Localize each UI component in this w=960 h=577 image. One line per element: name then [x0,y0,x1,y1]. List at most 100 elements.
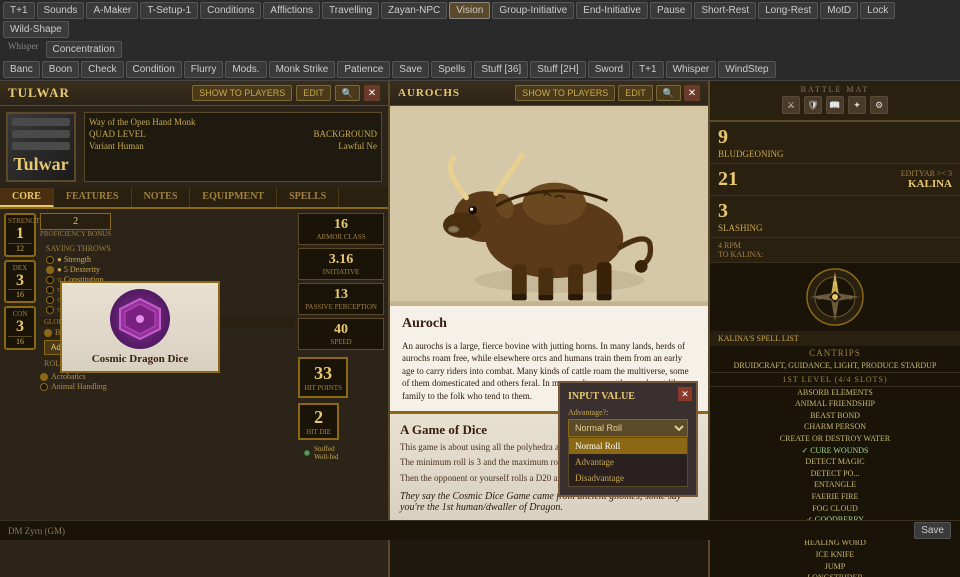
nav-long-rest[interactable]: Long-Rest [758,2,818,19]
passive-perception-box[interactable]: 13 PASSIVE PERCEPTION [298,283,384,315]
spell-absorb: ABSORB ELEMENTS [710,387,960,399]
tab-core[interactable]: CORE [0,188,54,207]
close-mid-panel-btn[interactable]: ✕ [684,85,700,101]
nav-check[interactable]: Check [81,61,123,78]
nav-banc[interactable]: Banc [3,61,40,78]
nav-save[interactable]: Save [392,61,429,78]
save-btn[interactable]: Save [914,522,951,539]
nav-stuff2h[interactable]: Stuff [2H] [530,61,586,78]
nav-t1[interactable]: T+1 [3,2,35,19]
spell-entangle: ENTANGLE [710,479,960,491]
icon-2[interactable]: 🛡 [804,96,822,114]
compass-area: N S E W [710,263,960,331]
attack-target: TO KALINA: [718,250,952,259]
close-left-panel-btn[interactable]: ✕ [364,85,380,101]
skill-dot-acrobatics [40,373,48,381]
nav-tsetup[interactable]: T-Setup-1 [140,2,198,19]
input-popup: ✕ INPUT VALUE Advantage?: Normal Roll No… [558,381,698,497]
hit-die-box[interactable]: 2 HIT DIE [298,403,339,440]
constitution-mod: 16 [8,336,32,346]
constitution-stat[interactable]: CON 3 16 [4,306,36,350]
tab-spells[interactable]: SPELLS [277,188,339,207]
nav-vision[interactable]: Vision [449,2,490,19]
strength-value: 1 [8,225,32,243]
edit-creature-btn[interactable]: EDIT [618,85,653,101]
nav-motd[interactable]: MotD [820,2,858,19]
svg-text:N: N [832,281,837,289]
nav-wild-shape[interactable]: Wild-Shape [3,21,69,38]
save-strength: ● Strength [46,255,288,264]
nav-stuff36[interactable]: Stuff [36] [474,61,528,78]
kalina-name: KALINA [901,178,952,190]
nav-zayan[interactable]: Zayan-NPC [381,2,447,19]
top-nav: T+1 Sounds A-Maker T-Setup-1 Conditions … [0,0,960,81]
nav-patience[interactable]: Patience [337,61,390,78]
right-panel-inner: BATTLE MAT ⚔ 🛡 📖 ✦ ⚙ 9 BLUDGEONING [710,81,960,577]
attack-rpm: 4 RPM [718,241,952,250]
spell-longstrider: LONGSTRIDER [710,572,960,577]
damage-entry-3: 3 SLASHING [710,196,960,238]
advantage-select[interactable]: Normal Roll [568,419,688,437]
whisper-label: Whisper [2,40,45,59]
nav-lock[interactable]: Lock [860,2,895,19]
nav-boon[interactable]: Boon [42,61,79,78]
nav-whisper[interactable]: Whisper [666,61,717,78]
option-disadvantage[interactable]: Disadvantage [569,470,687,486]
portrait-name: Tulwar [12,154,70,175]
speed-box[interactable]: 40 SPEED [298,318,384,350]
icon-4[interactable]: ✦ [848,96,866,114]
nav-concentration[interactable]: Concentration [46,41,122,58]
prof-saves-row: 2 PROFICIENCY BONUS [40,213,294,238]
nav-spells[interactable]: Spells [431,61,472,78]
nav-amaker[interactable]: A-Maker [86,2,138,19]
dexterity-stat[interactable]: DEX 3 16 [4,260,36,304]
option-normal-roll[interactable]: Normal Roll [569,438,687,454]
nav-group-initiative[interactable]: Group-Initiative [492,2,574,19]
nav-sword[interactable]: Sword [588,61,630,78]
mid-panel: AUROCHS SHOW TO PLAYERS EDIT 🔍 ✕ [390,81,710,577]
spell-fog-cloud: FOG CLOUD [710,503,960,515]
passive-perception-value: 13 [305,287,377,303]
save-dot-dex [46,266,54,274]
save-dot-cha [46,306,54,314]
tab-notes[interactable]: NOTES [132,188,191,207]
option-advantage[interactable]: Advantage [569,454,687,470]
nav-flurry[interactable]: Flurry [184,61,224,78]
edit-char-btn[interactable]: EDIT [296,85,331,101]
hp-box[interactable]: 33 HIT POINTS [298,357,348,398]
close-input-popup-btn[interactable]: ✕ [678,387,692,401]
passive-perception-label: PASSIVE PERCEPTION [305,303,377,311]
spell-animal-friendship: ANIMAL FRIENDSHIP [710,398,960,410]
nav-condition[interactable]: Condition [126,61,182,78]
show-to-players-btn[interactable]: SHOW TO PLAYERS [192,85,292,101]
show-creature-btn[interactable]: SHOW TO PLAYERS [515,85,615,101]
tab-equipment[interactable]: EQUIPMENT [190,188,277,207]
icon-3[interactable]: 📖 [826,96,844,114]
initiative-box[interactable]: 3.16 INITIATIVE [298,248,384,280]
damage-number-3: 3 SLASHING [718,200,763,233]
creature-title: AUROCHS [398,87,460,99]
icon-5[interactable]: ⚙ [870,96,888,114]
nav-t1-2[interactable]: T+1 [632,61,664,78]
nav-conditions[interactable]: Conditions [200,2,261,19]
nav-afflictions[interactable]: Afflictions [263,2,320,19]
class-label: Way of the Open Hand Monk [89,117,196,127]
search-char-btn[interactable]: 🔍 [335,85,360,101]
nav-short-rest[interactable]: Short-Rest [694,2,756,19]
spell-create-water: CREATE OR DESTROY WATER [710,433,960,445]
icon-1[interactable]: ⚔ [782,96,800,114]
prof-bonus-value: 2 [40,213,111,230]
nav-sounds[interactable]: Sounds [37,2,85,19]
nav-travelling[interactable]: Travelling [322,2,379,19]
nav-monk-strike[interactable]: Monk Strike [269,61,336,78]
strength-stat[interactable]: STRENGTH 1 12 [4,213,36,257]
nav-windstep[interactable]: WindStep [718,61,775,78]
search-creature-btn[interactable]: 🔍 [656,85,681,101]
save-dot-int [46,286,54,294]
nav-mods[interactable]: Mods. [225,61,266,78]
nav-pause[interactable]: Pause [650,2,692,19]
left-panel: TULWAR SHOW TO PLAYERS EDIT 🔍 ✕ Tulwar W… [0,81,390,577]
nav-end-initiative[interactable]: End-Initiative [576,2,648,19]
armor-class-box[interactable]: 16 ARMOR CLASS [298,213,384,245]
tab-features[interactable]: FEATURES [54,188,132,207]
